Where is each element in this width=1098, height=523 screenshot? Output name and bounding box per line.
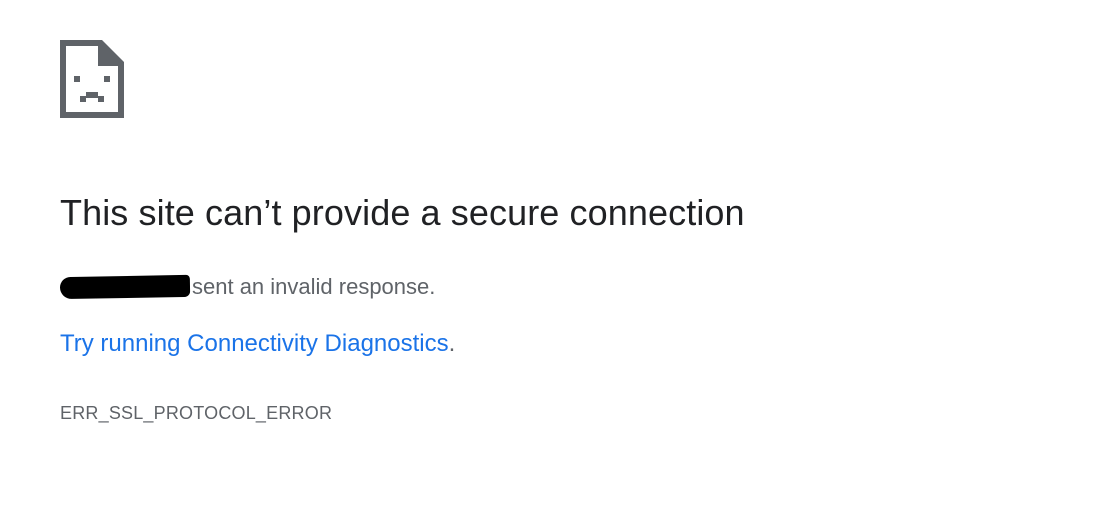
connectivity-diagnostics-link[interactable]: Try running Connectivity Diagnostics: [60, 330, 449, 357]
suggestion-line: Try running Connectivity Diagnostics.: [60, 330, 455, 358]
page-title: This site can’t provide a secure connect…: [60, 192, 745, 233]
sad-page-icon: [60, 40, 124, 118]
error-code: ERR_SSL_PROTOCOL_ERROR: [60, 403, 333, 423]
error-page: This site can’t provide a secure connect…: [59, 40, 1060, 423]
suggestion-trailing-period: .: [448, 330, 456, 357]
error-description-text: sent an invalid response.: [192, 274, 436, 299]
redacted-hostname: [59, 274, 191, 300]
error-description: sent an invalid response.: [59, 274, 436, 300]
